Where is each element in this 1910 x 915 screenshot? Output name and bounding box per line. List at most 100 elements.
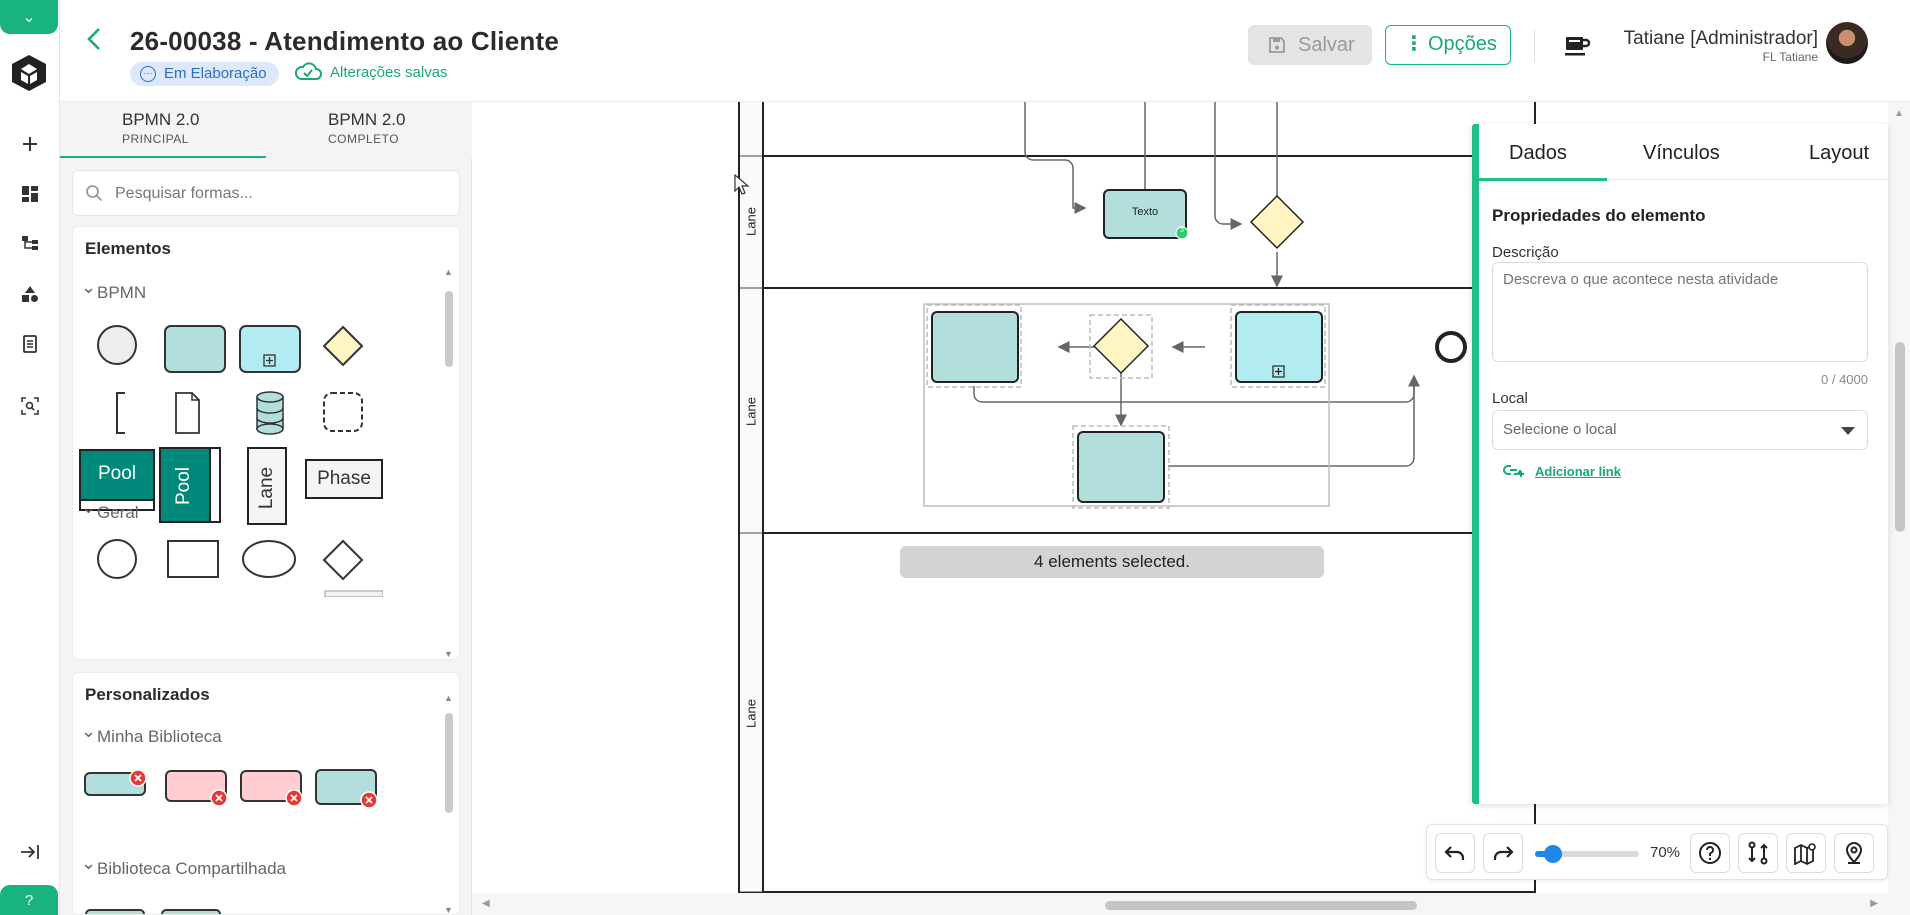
zoom-slider[interactable] [1535,845,1639,863]
zoom-knob[interactable] [1543,845,1562,863]
options-button[interactable]: ⋮ Opções [1385,25,1511,65]
task-label: Texto [1131,206,1159,218]
hierarchy-icon[interactable] [16,229,44,257]
section-label: Geral [97,503,139,522]
properties-tabs: Dados Vínculos Layout [1479,124,1888,181]
user-name: Tatiane [Administrador] [1623,28,1818,49]
collapse-icon[interactable] [16,838,44,866]
tab-bpmn-principal[interactable]: BPMN 2.0 PRINCIPAL [60,110,266,158]
expand-menu-button[interactable]: ⌄ [0,0,58,34]
description-label: Descrição [1492,244,1559,261]
avatar[interactable] [1826,22,1868,64]
subprocess-shape[interactable] [239,325,301,373]
end-event[interactable] [1435,331,1467,363]
shared-shape-partial[interactable] [161,909,221,914]
shape-label: Lane [256,466,277,510]
bpmn-section-toggle[interactable]: BPMN [81,277,147,303]
app-logo[interactable] [8,52,50,94]
start-event-shape[interactable] [97,325,137,365]
scroll-thumb[interactable] [1105,901,1417,910]
tab-vinculos[interactable]: Vínculos [1643,142,1720,165]
gateway-top[interactable] [1249,194,1305,250]
left-rail: ⌄ ? [0,0,60,915]
group-shape[interactable] [323,392,363,432]
lane-label: Lane [743,397,759,426]
selected-task-bottom[interactable] [1072,425,1170,509]
horizontal-scrollbar[interactable]: ◀ ▶ [472,893,1910,915]
char-counter: 0 / 4000 [1821,372,1868,387]
plus-icon[interactable] [16,130,44,158]
selected-task-left[interactable] [926,304,1022,388]
section-label: BPMN [97,283,147,302]
shape-panel: BPMN 2.0 PRINCIPAL BPMN 2.0 COMPLETO Ele… [60,102,472,915]
ellipse-shape[interactable] [242,540,296,578]
elements-card: Elementos BPMN Pool Pool Lane [72,226,460,660]
scroll-up-icon[interactable]: ▲ [444,693,453,703]
dashboard-icon[interactable] [16,180,44,208]
tab-layout[interactable]: Layout [1809,142,1869,165]
help-shortcuts-button[interactable] [1690,833,1730,873]
task-shape[interactable] [164,325,226,373]
document-icon[interactable] [16,330,44,358]
location-button[interactable] [1834,833,1874,873]
options-button-label: Opções [1428,33,1497,55]
shared-library-toggle[interactable]: Biblioteca Compartilhada [81,853,286,879]
elements-title: Elementos [85,239,171,258]
section-label: Minha Biblioteca [97,727,222,746]
circle-shape[interactable] [97,539,137,579]
scroll-right-icon[interactable]: ▶ [1870,898,1878,909]
diamond-shape[interactable] [322,539,364,581]
help-icon: ? [24,891,34,909]
location-select[interactable]: Selecione o local [1492,410,1868,450]
custom-task-shape[interactable] [315,769,378,809]
scroll-up-icon[interactable]: ▲ [444,267,453,277]
scroll-left-icon[interactable]: ◀ [482,898,490,909]
general-section-toggle[interactable]: Geral [81,497,139,523]
custom-task-shape[interactable] [84,769,147,796]
annotation-shape[interactable] [116,392,125,434]
shared-shape-partial[interactable] [85,909,145,914]
tab-dados[interactable]: Dados [1509,142,1567,165]
custom-task-shape[interactable] [165,770,228,807]
my-library-toggle[interactable]: Minha Biblioteca [81,721,222,747]
help-button[interactable]: ? [0,885,58,915]
selected-gateway[interactable] [1089,314,1153,379]
coffee-cup-icon[interactable] [1562,30,1592,60]
shapes-icon[interactable] [16,280,44,308]
scroll-up-icon[interactable]: ▲ [1894,108,1904,119]
add-link-label: Adicionar link [1535,464,1621,479]
phase-shape[interactable]: Phase [305,459,383,499]
tab-title: BPMN 2.0 [122,110,200,129]
scroll-thumb[interactable] [1895,342,1905,532]
undo-button[interactable] [1435,833,1475,873]
user-org: FL Tatiane [1762,50,1818,64]
redo-button[interactable] [1483,833,1523,873]
vertical-scrollbar[interactable]: ▲ [1888,102,1910,893]
pool-vertical-shape[interactable]: Pool [159,447,221,523]
lane-shape[interactable]: Lane [247,447,287,525]
scroll-thumb[interactable] [445,291,453,367]
tab-bpmn-completo[interactable]: BPMN 2.0 COMPLETO [266,110,472,158]
custom-scrollbar[interactable]: ▲ ▼ [444,693,453,914]
scroll-down-icon[interactable]: ▼ [444,649,453,659]
shape-label: Pool [173,466,194,506]
scroll-down-icon[interactable]: ▼ [444,905,453,914]
scan-search-icon[interactable] [16,392,44,420]
save-button[interactable]: Salvar [1248,25,1372,65]
scroll-thumb[interactable] [445,713,453,813]
description-field[interactable] [1492,262,1868,362]
flow-button[interactable] [1738,833,1778,873]
data-store-shape[interactable] [256,391,284,435]
rectangle-shape[interactable] [167,540,219,578]
gateway-shape[interactable] [322,325,364,367]
add-link-button[interactable]: Adicionar link [1503,464,1621,479]
data-object-shape[interactable] [175,392,200,434]
location-label: Local [1492,390,1528,407]
selected-subprocess[interactable] [1230,304,1326,388]
mouse-cursor-icon [734,174,750,195]
search-input[interactable] [115,182,445,206]
map-button[interactable] [1786,833,1826,873]
custom-task-shape[interactable] [240,770,303,807]
back-button[interactable] [84,26,110,52]
elements-scrollbar[interactable]: ▲ ▼ [444,267,453,659]
